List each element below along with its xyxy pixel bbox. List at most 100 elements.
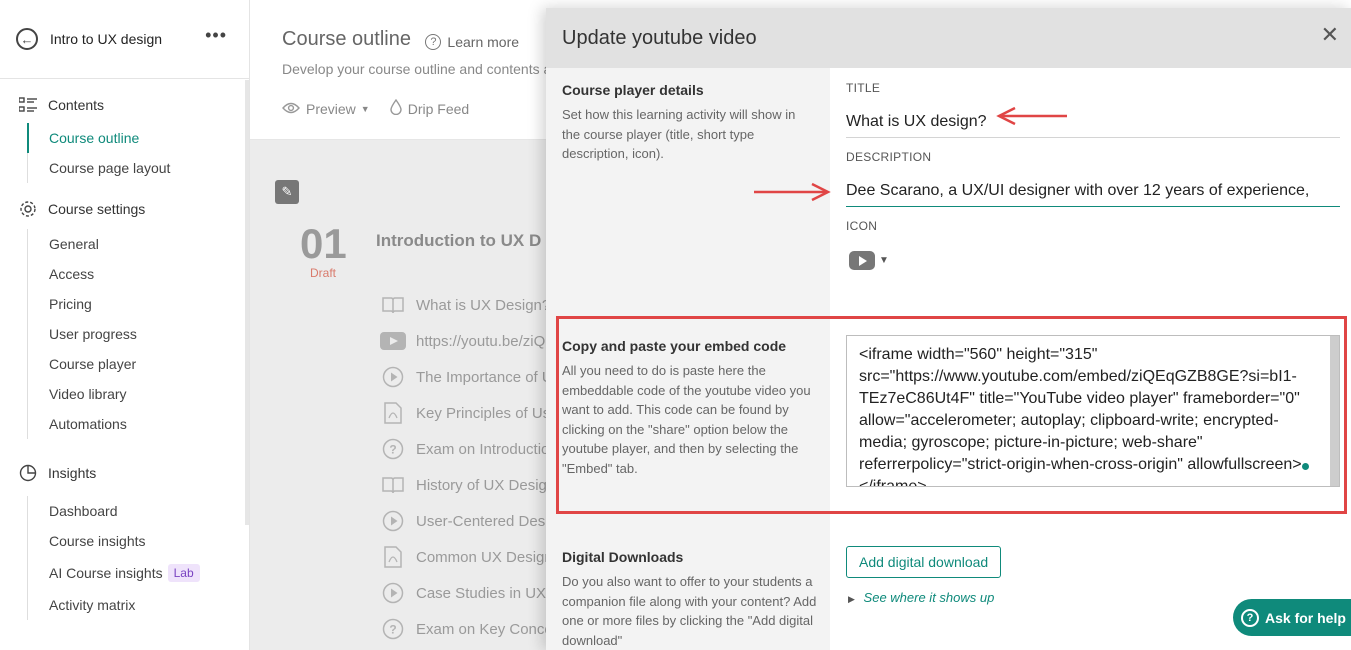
sidebar-item-label: AI Course insights	[49, 565, 163, 581]
sidebar-item-course-page-layout[interactable]: Course page layout	[28, 153, 249, 183]
chevron-down-icon: ▼	[360, 103, 370, 114]
sidebar-item-automations[interactable]: Automations	[28, 409, 249, 439]
play-circle-icon	[380, 366, 406, 388]
svg-text:?: ?	[389, 443, 396, 457]
svg-text:?: ?	[389, 623, 396, 637]
lesson-title: Case Studies in UX D	[416, 584, 562, 602]
player-details-description: Set how this learning activity will show…	[562, 107, 796, 161]
triangle-right-icon: ▶	[848, 594, 855, 604]
title-field[interactable]: What is UX design?	[846, 113, 1340, 138]
back-arrow-icon[interactable]: ←	[16, 28, 38, 50]
lesson-title: The Importance of U	[416, 368, 553, 386]
lesson-item[interactable]: Case Studies in UX D	[380, 575, 561, 611]
module-number: 01	[300, 220, 347, 267]
page-title: Course outline	[282, 28, 411, 50]
lesson-title: Exam on Key Conce	[416, 620, 553, 638]
sidebar-section-course-settings[interactable]: Course settings	[0, 196, 249, 221]
lesson-title: What is UX Design?	[416, 296, 551, 314]
learn-more-link[interactable]: ? Learn more	[425, 34, 519, 50]
lesson-title: Key Principles of Us	[416, 404, 551, 422]
youtube-icon	[849, 251, 875, 270]
sidebar: ← Intro to UX design ••• Contents Course…	[0, 0, 250, 650]
eye-icon	[282, 101, 300, 117]
book-icon	[380, 474, 406, 496]
youtube-icon	[380, 330, 406, 352]
sidebar-item-general[interactable]: General	[28, 229, 249, 259]
contents-list: Course outline Course page layout	[27, 123, 249, 183]
module-status: Draft	[310, 266, 337, 280]
question-icon: ?	[380, 618, 406, 640]
close-icon[interactable]: ✕	[1321, 24, 1339, 46]
lesson-title: History of UX Desig	[416, 476, 547, 494]
title-label: TITLE	[846, 81, 881, 95]
sidebar-item-dashboard[interactable]: Dashboard	[28, 496, 249, 526]
sidebar-item-course-insights[interactable]: Course insights	[28, 526, 249, 556]
lesson-item[interactable]: History of UX Desig	[380, 467, 561, 503]
sidebar-header: ← Intro to UX design •••	[0, 0, 249, 79]
sidebar-item-user-progress[interactable]: User progress	[28, 319, 249, 349]
list-icon	[18, 95, 38, 115]
sidebar-section-insights[interactable]: Insights	[0, 460, 249, 486]
sidebar-section-contents[interactable]: Contents	[0, 95, 249, 115]
help-circle-icon: ?	[1241, 608, 1259, 627]
lesson-item[interactable]: https://youtu.be/ziQ	[380, 323, 561, 359]
update-video-panel: Update youtube video ✕ Course player det…	[546, 8, 1351, 650]
ask-for-help-button[interactable]: ? Ask for help	[1233, 599, 1351, 636]
sidebar-item-video-library[interactable]: Video library	[28, 379, 249, 409]
sidebar-item-course-player[interactable]: Course player	[28, 349, 249, 379]
description-field[interactable]: Dee Scarano, a UX/UI designer with over …	[846, 182, 1340, 207]
lesson-title: Common UX Design	[416, 548, 553, 566]
learn-more-label: Learn more	[447, 34, 520, 50]
edit-pencil-icon[interactable]: ✎	[275, 180, 299, 204]
annotation-highlight-box	[556, 316, 1347, 514]
lesson-item[interactable]: ? Exam on Key Conce	[380, 611, 561, 647]
drip-feed-label: Drip Feed	[407, 100, 470, 117]
course-settings-list: General Access Pricing User progress Cou…	[27, 229, 249, 439]
drip-feed-button[interactable]: Drip Feed	[390, 98, 470, 118]
panel-header: Update youtube video ✕	[546, 8, 1351, 68]
lesson-item[interactable]: User-Centered Desi	[380, 503, 561, 539]
pie-chart-icon	[18, 463, 38, 483]
help-circle-icon: ?	[425, 34, 442, 50]
lab-badge: Lab	[167, 564, 200, 582]
sidebar-item-access[interactable]: Access	[28, 259, 249, 289]
preview-label: Preview	[306, 100, 356, 117]
sidebar-section-label: Insights	[48, 465, 97, 481]
annotation-arrow-icon	[996, 106, 1067, 126]
sidebar-item-course-outline[interactable]: Course outline	[27, 123, 249, 153]
see-where-label: See where it shows up	[863, 590, 995, 605]
preview-button[interactable]: Preview ▼	[282, 99, 370, 118]
add-digital-download-button[interactable]: Add digital download	[846, 546, 1002, 578]
lesson-item[interactable]: Common UX Design	[380, 539, 561, 575]
lesson-item[interactable]: The Importance of U	[380, 359, 561, 395]
annotation-arrow-icon	[754, 182, 831, 202]
see-where-toggle[interactable]: ▶ See where it shows up	[848, 590, 994, 605]
pdf-icon	[380, 402, 406, 424]
play-circle-icon	[380, 582, 406, 604]
sidebar-section-label: Contents	[48, 97, 105, 113]
lesson-item[interactable]: ? Exam on Introductio	[380, 431, 561, 467]
sidebar-section-label: Course settings	[48, 200, 146, 217]
play-circle-icon	[380, 510, 406, 532]
panel-title: Update youtube video	[562, 26, 757, 49]
gear-icon	[18, 199, 38, 219]
lesson-title: https://youtu.be/ziQ	[416, 332, 546, 350]
sidebar-item-pricing[interactable]: Pricing	[28, 289, 249, 319]
player-details-heading: Course player details	[562, 82, 704, 98]
ask-for-help-label: Ask for help	[1265, 609, 1346, 626]
pdf-icon	[380, 546, 406, 568]
lesson-item[interactable]: What is UX Design?	[380, 287, 561, 323]
sidebar-scrollbar[interactable]	[245, 80, 249, 525]
insights-list: Dashboard Course insights AI Course insi…	[27, 496, 249, 620]
sidebar-item-activity-matrix[interactable]: Activity matrix	[28, 590, 249, 620]
icon-dropdown[interactable]: ▼	[849, 251, 889, 270]
chevron-down-icon: ▼	[879, 255, 889, 266]
module-title[interactable]: Introduction to UX D	[376, 231, 541, 251]
question-icon: ?	[380, 438, 406, 460]
downloads-description: Do you also want to offer to your studen…	[562, 574, 817, 648]
lesson-list: What is UX Design? https://youtu.be/ziQ Th…	[380, 287, 561, 647]
more-options-icon[interactable]: •••	[205, 26, 227, 44]
sidebar-item-ai-course-insights[interactable]: AI Course insights Lab	[28, 556, 249, 590]
lesson-title: User-Centered Desi	[416, 512, 549, 530]
lesson-item[interactable]: Key Principles of Us	[380, 395, 561, 431]
